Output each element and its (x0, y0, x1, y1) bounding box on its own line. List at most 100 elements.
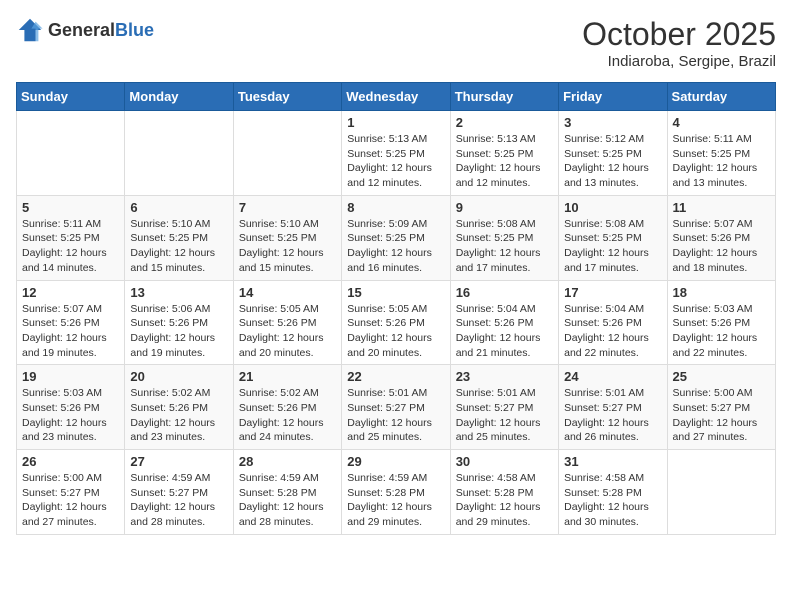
calendar-table: Sunday Monday Tuesday Wednesday Thursday… (16, 82, 776, 535)
location-title: Indiaroba, Sergipe, Brazil (582, 53, 776, 70)
cell-info: Sunrise: 5:04 AM Sunset: 5:26 PM Dayligh… (564, 302, 661, 361)
cell-info: Sunrise: 5:12 AM Sunset: 5:25 PM Dayligh… (564, 132, 661, 191)
table-row: 13Sunrise: 5:06 AM Sunset: 5:26 PM Dayli… (125, 280, 233, 365)
table-row: 5Sunrise: 5:11 AM Sunset: 5:25 PM Daylig… (17, 195, 125, 280)
cell-info: Sunrise: 5:07 AM Sunset: 5:26 PM Dayligh… (22, 302, 119, 361)
cell-info: Sunrise: 5:03 AM Sunset: 5:26 PM Dayligh… (673, 302, 770, 361)
table-row: 28 Sunrise: 4:59 AM Sunset: 5:28 PM Dayli… (233, 450, 341, 535)
table-row: 24 Sunrise: 5:01 AM Sunset: 5:27 PM Dayli… (559, 365, 667, 450)
table-row: 27Sunrise: 4:59 AM Sunset: 5:27 PM Dayli… (125, 450, 233, 535)
cell-info: Sunrise: 5:04 AM Sunset: 5:26 PM Dayligh… (456, 302, 553, 361)
logo-general-text: General (48, 20, 115, 41)
table-row: 9 Sunrise: 5:08 AM Sunset: 5:25 PM Daylig… (450, 195, 558, 280)
cell-info: Sunrise: 5:00 AM Sunset: 5:27 PM Dayligh… (673, 386, 770, 445)
table-row (233, 111, 341, 196)
page-header: General Blue October 2025 Indiaroba, Ser… (16, 16, 776, 70)
cell-day-number: 16 (456, 285, 553, 300)
cell-info: Sunrise: 5:02 AM Sunset: 5:26 PM Dayligh… (239, 386, 336, 445)
cell-day-number: 25 (673, 369, 770, 384)
calendar-week-row: 5Sunrise: 5:11 AM Sunset: 5:25 PM Daylig… (17, 195, 776, 280)
cell-day-number: 19 (22, 369, 119, 384)
cell-info: Sunrise: 5:13 AM Sunset: 5:25 PM Dayligh… (456, 132, 553, 191)
table-row: 10 Sunrise: 5:08 AM Sunset: 5:25 PM Dayli… (559, 195, 667, 280)
cell-day-number: 31 (564, 454, 661, 469)
cell-day-number: 23 (456, 369, 553, 384)
cell-info: Sunrise: 5:05 AM Sunset: 5:26 PM Dayligh… (239, 302, 336, 361)
cell-day-number: 28 (239, 454, 336, 469)
logo-blue-text: Blue (115, 20, 154, 41)
cell-day-number: 18 (673, 285, 770, 300)
calendar-week-row: 19 Sunrise: 5:03 AM Sunset: 5:26 PM Dayli… (17, 365, 776, 450)
cell-info: Sunrise: 5:05 AM Sunset: 5:26 PM Dayligh… (347, 302, 444, 361)
table-row: 21Sunrise: 5:02 AM Sunset: 5:26 PM Dayli… (233, 365, 341, 450)
cell-info: Sunrise: 5:02 AM Sunset: 5:26 PM Dayligh… (130, 386, 227, 445)
cell-day-number: 24 (564, 369, 661, 384)
cell-day-number: 5 (22, 200, 119, 215)
cell-info: Sunrise: 5:00 AM Sunset: 5:27 PM Dayligh… (22, 471, 119, 530)
table-row: 11 Sunrise: 5:07 AM Sunset: 5:26 PM Dayli… (667, 195, 775, 280)
calendar-week-row: 26Sunrise: 5:00 AM Sunset: 5:27 PM Dayli… (17, 450, 776, 535)
cell-day-number: 3 (564, 115, 661, 130)
table-row: 22 Sunrise: 5:01 AM Sunset: 5:27 PM Dayli… (342, 365, 450, 450)
cell-day-number: 15 (347, 285, 444, 300)
cell-info: Sunrise: 5:09 AM Sunset: 5:25 PM Dayligh… (347, 217, 444, 276)
table-row (667, 450, 775, 535)
cell-day-number: 1 (347, 115, 444, 130)
col-saturday: Saturday (667, 83, 775, 111)
logo-icon (16, 16, 44, 44)
table-row: 31 Sunrise: 4:58 AM Sunset: 5:28 PM Dayli… (559, 450, 667, 535)
table-row: 23 Sunrise: 5:01 AM Sunset: 5:27 PM Dayli… (450, 365, 558, 450)
col-friday: Friday (559, 83, 667, 111)
table-row: 2Sunrise: 5:13 AM Sunset: 5:25 PM Daylig… (450, 111, 558, 196)
cell-day-number: 29 (347, 454, 444, 469)
cell-info: Sunrise: 5:01 AM Sunset: 5:27 PM Dayligh… (347, 386, 444, 445)
cell-day-number: 6 (130, 200, 227, 215)
table-row: 6 Sunrise: 5:10 AM Sunset: 5:25 PM Daylig… (125, 195, 233, 280)
cell-day-number: 11 (673, 200, 770, 215)
cell-info: Sunrise: 5:01 AM Sunset: 5:27 PM Dayligh… (564, 386, 661, 445)
cell-info: Sunrise: 4:59 AM Sunset: 5:28 PM Dayligh… (239, 471, 336, 530)
cell-info: Sunrise: 5:10 AM Sunset: 5:25 PM Dayligh… (130, 217, 227, 276)
cell-day-number: 14 (239, 285, 336, 300)
table-row: 7 Sunrise: 5:10 AM Sunset: 5:25 PM Daylig… (233, 195, 341, 280)
cell-info: Sunrise: 5:08 AM Sunset: 5:25 PM Dayligh… (456, 217, 553, 276)
table-row: 14 Sunrise: 5:05 AM Sunset: 5:26 PM Dayli… (233, 280, 341, 365)
cell-info: Sunrise: 5:06 AM Sunset: 5:26 PM Dayligh… (130, 302, 227, 361)
cell-day-number: 4 (673, 115, 770, 130)
table-row: 16 Sunrise: 5:04 AM Sunset: 5:26 PM Dayli… (450, 280, 558, 365)
col-wednesday: Wednesday (342, 83, 450, 111)
cell-info: Sunrise: 5:03 AM Sunset: 5:26 PM Dayligh… (22, 386, 119, 445)
cell-info: Sunrise: 4:58 AM Sunset: 5:28 PM Dayligh… (564, 471, 661, 530)
cell-day-number: 9 (456, 200, 553, 215)
table-row: 25 Sunrise: 5:00 AM Sunset: 5:27 PM Dayli… (667, 365, 775, 450)
table-row: 20 Sunrise: 5:02 AM Sunset: 5:26 PM Dayli… (125, 365, 233, 450)
col-sunday: Sunday (17, 83, 125, 111)
title-block: October 2025 Indiaroba, Sergipe, Brazil (582, 16, 776, 70)
cell-info: Sunrise: 5:01 AM Sunset: 5:27 PM Dayligh… (456, 386, 553, 445)
table-row: 8Sunrise: 5:09 AM Sunset: 5:25 PM Daylig… (342, 195, 450, 280)
cell-day-number: 27 (130, 454, 227, 469)
cell-info: Sunrise: 5:10 AM Sunset: 5:25 PM Dayligh… (239, 217, 336, 276)
cell-info: Sunrise: 5:07 AM Sunset: 5:26 PM Dayligh… (673, 217, 770, 276)
calendar-week-row: 1 Sunrise: 5:13 AM Sunset: 5:25 PM Daylig… (17, 111, 776, 196)
table-row: 1Sunrise: 5:13 AM Sunset: 5:25 PM Daylig… (342, 111, 450, 196)
table-row: 4 Sunrise: 5:11 AM Sunset: 5:25 PM Daylig… (667, 111, 775, 196)
cell-info: Sunrise: 5:08 AM Sunset: 5:25 PM Dayligh… (564, 217, 661, 276)
cell-info: Sunrise: 4:59 AM Sunset: 5:28 PM Dayligh… (347, 471, 444, 530)
table-row: 29 Sunrise: 4:59 AM Sunset: 5:28 PM Dayli… (342, 450, 450, 535)
table-row: 26Sunrise: 5:00 AM Sunset: 5:27 PM Dayli… (17, 450, 125, 535)
month-title: October 2025 (582, 16, 776, 53)
cell-day-number: 10 (564, 200, 661, 215)
cell-info: Sunrise: 4:58 AM Sunset: 5:28 PM Dayligh… (456, 471, 553, 530)
col-thursday: Thursday (450, 83, 558, 111)
table-row: 17 Sunrise: 5:04 AM Sunset: 5:26 PM Dayli… (559, 280, 667, 365)
cell-day-number: 30 (456, 454, 553, 469)
cell-day-number: 22 (347, 369, 444, 384)
logo: General Blue (16, 16, 154, 44)
cell-info: Sunrise: 5:11 AM Sunset: 5:25 PM Dayligh… (673, 132, 770, 191)
cell-day-number: 20 (130, 369, 227, 384)
cell-day-number: 17 (564, 285, 661, 300)
table-row (125, 111, 233, 196)
table-row: 18 Sunrise: 5:03 AM Sunset: 5:26 PM Dayli… (667, 280, 775, 365)
cell-day-number: 7 (239, 200, 336, 215)
